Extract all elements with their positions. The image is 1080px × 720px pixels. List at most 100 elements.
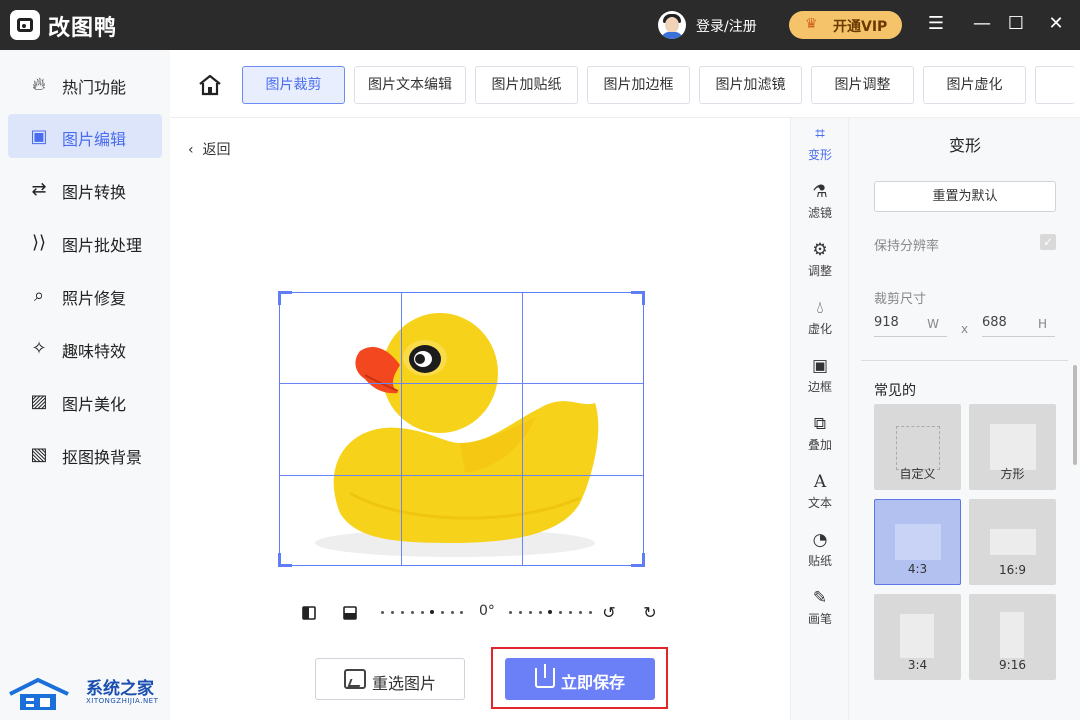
keep-resolution-checkbox[interactable]: ✓ [1040, 234, 1056, 250]
preset-label: 3:4 [907, 658, 928, 672]
tool-label: 叠加 [807, 438, 832, 452]
preset-square[interactable]: 方形 [969, 404, 1056, 490]
slider-dot [539, 611, 542, 614]
slider-dot [451, 611, 454, 614]
flip-horizontal-icon[interactable] [300, 604, 318, 622]
tool-border[interactable]: ▣ 边框 [791, 352, 849, 408]
preset-custom[interactable]: 自定义 [874, 404, 961, 490]
width-unit: W [927, 317, 939, 331]
dimension-separator: x [961, 322, 969, 336]
sidebar-item-batch[interactable]: ⟩⟩ 图片批处理 [8, 220, 162, 264]
reselect-image-button[interactable]: 重选图片 [315, 658, 465, 700]
tab-filter[interactable]: 图片加滤镜 [699, 66, 802, 104]
height-unit: H [1037, 317, 1047, 331]
tab-crop[interactable]: 图片裁剪 [242, 66, 345, 104]
magic-wand-icon: ✧ [31, 338, 47, 359]
grid-line-h1 [280, 383, 643, 384]
slider-dot [391, 611, 394, 614]
crop-handle-bottom-left[interactable] [278, 553, 292, 567]
feature-tabs: 图片裁剪 图片文本编辑 图片加贴纸 图片加边框 图片加滤镜 图片调整 图片虚化 [170, 50, 1080, 118]
frame-icon: ▣ [811, 356, 829, 376]
width-value: 918 [874, 315, 899, 330]
slider-dot [381, 611, 384, 614]
minimize-icon[interactable]: — [968, 10, 996, 38]
tab-overflow[interactable] [1035, 66, 1075, 104]
tab-text-edit[interactable]: 图片文本编辑 [354, 66, 466, 104]
sidebar-item-cutout[interactable]: ▧ 抠图换背景 [8, 432, 162, 476]
preset-16-9[interactable]: 16:9 [969, 499, 1056, 585]
preset-label: 方形 [1000, 467, 1025, 481]
save-now-button[interactable]: 立即保存 [505, 658, 655, 700]
common-presets-label: 常见的 [874, 383, 916, 399]
sticker-icon: ◔ [812, 530, 828, 550]
rotate-controls: 0° ↺ ↻ [295, 600, 665, 626]
tool-label: 调整 [807, 264, 832, 278]
rotate-right-icon[interactable]: ↻ [641, 604, 659, 622]
sidebar-item-repair[interactable]: ⌕ 照片修复 [8, 273, 162, 317]
preset-3-4[interactable]: 3:4 [874, 594, 961, 680]
height-input[interactable]: 688 H [982, 315, 1055, 337]
preset-label: 4:3 [907, 562, 928, 576]
divider [861, 360, 1068, 361]
transform-panel: 变形 重置为默认 保持分辨率 ✓ 裁剪尺寸 918 W x 688 H 常见的 … [848, 118, 1080, 720]
height-value: 688 [982, 315, 1007, 330]
tool-filter[interactable]: ⚗ 滤镜 [791, 178, 849, 234]
sidebar-item-label: 趣味特效 [62, 342, 127, 361]
repair-icon: ⌕ [33, 285, 45, 306]
preset-label: 16:9 [999, 563, 1026, 577]
sidebar-item-image-edit[interactable]: ▣ 图片编辑 [8, 114, 162, 158]
reselect-label: 重选图片 [372, 674, 437, 693]
sidebar-item-hot[interactable]: 🔥︎ 热门功能 [8, 62, 162, 106]
tab-sticker[interactable]: 图片加贴纸 [475, 66, 578, 104]
grid-line-h2 [280, 475, 643, 476]
watermark-url: XITONGZHIJIA.NET [86, 697, 159, 705]
menu-icon[interactable]: ☰ [922, 10, 950, 38]
login-register-link[interactable]: 登录/注册 [696, 16, 757, 36]
width-input[interactable]: 918 W [874, 315, 947, 337]
tab-adjust[interactable]: 图片调整 [811, 66, 914, 104]
crop-handle-top-left[interactable] [278, 291, 292, 305]
avatar[interactable] [658, 11, 686, 39]
crop-handle-bottom-right[interactable] [631, 553, 645, 567]
back-link[interactable]: ‹ 返回 [188, 139, 231, 159]
close-icon[interactable]: ✕ [1042, 10, 1070, 38]
rotate-left-icon[interactable]: ↺ [600, 604, 618, 622]
cutout-icon: ▧ [30, 444, 48, 465]
grid-line-v2 [522, 293, 523, 565]
tool-label: 边框 [807, 380, 832, 394]
slider-dot [569, 611, 572, 614]
tool-brush[interactable]: ✎ 画笔 [791, 584, 849, 640]
flame-icon: 🔥︎ [32, 74, 46, 95]
tool-label: 变形 [807, 148, 832, 162]
preset-4-3[interactable]: 4:3 [874, 499, 961, 585]
sidebar-item-label: 图片批处理 [62, 236, 143, 255]
preset-9-16[interactable]: 9:16 [969, 594, 1056, 680]
sidebar-item-beautify[interactable]: ▨ 图片美化 [8, 379, 162, 423]
maximize-icon[interactable]: ☐ [1002, 10, 1030, 38]
convert-icon: ⇄ [31, 179, 47, 200]
flip-vertical-icon[interactable] [341, 604, 359, 622]
tool-text[interactable]: A 文本 [791, 468, 849, 524]
title-bar: 改图鸭 登录/注册 ♛ 开通VIP ☰ — ☐ ✕ [0, 0, 1080, 50]
tool-blur[interactable]: 💧︎ 虚化 [791, 294, 849, 350]
rotation-value: 0° [479, 603, 495, 619]
overlay-icon: ⧉ [813, 414, 827, 434]
sidebar-item-effects[interactable]: ✧ 趣味特效 [8, 326, 162, 370]
sidebar-item-convert[interactable]: ⇄ 图片转换 [8, 167, 162, 211]
crop-grid[interactable] [279, 292, 644, 566]
tab-border[interactable]: 图片加边框 [587, 66, 690, 104]
slider-dot [579, 611, 582, 614]
tool-overlay[interactable]: ⧉ 叠加 [791, 410, 849, 466]
tool-transform[interactable]: ⌗ 变形 [791, 120, 849, 176]
home-icon[interactable] [198, 74, 222, 96]
tool-sticker[interactable]: ◔ 贴纸 [791, 526, 849, 582]
slider-dot [559, 611, 562, 614]
preset-label: 自定义 [899, 467, 936, 481]
tool-adjust[interactable]: ⚙ 调整 [791, 236, 849, 292]
vip-button[interactable]: ♛ 开通VIP [789, 11, 902, 39]
crop-icon: ⌗ [815, 124, 825, 144]
tab-blur[interactable]: 图片虚化 [923, 66, 1026, 104]
crop-handle-top-right[interactable] [631, 291, 645, 305]
reset-default-button[interactable]: 重置为默认 [874, 181, 1056, 212]
panel-scrollbar[interactable] [1073, 365, 1077, 465]
